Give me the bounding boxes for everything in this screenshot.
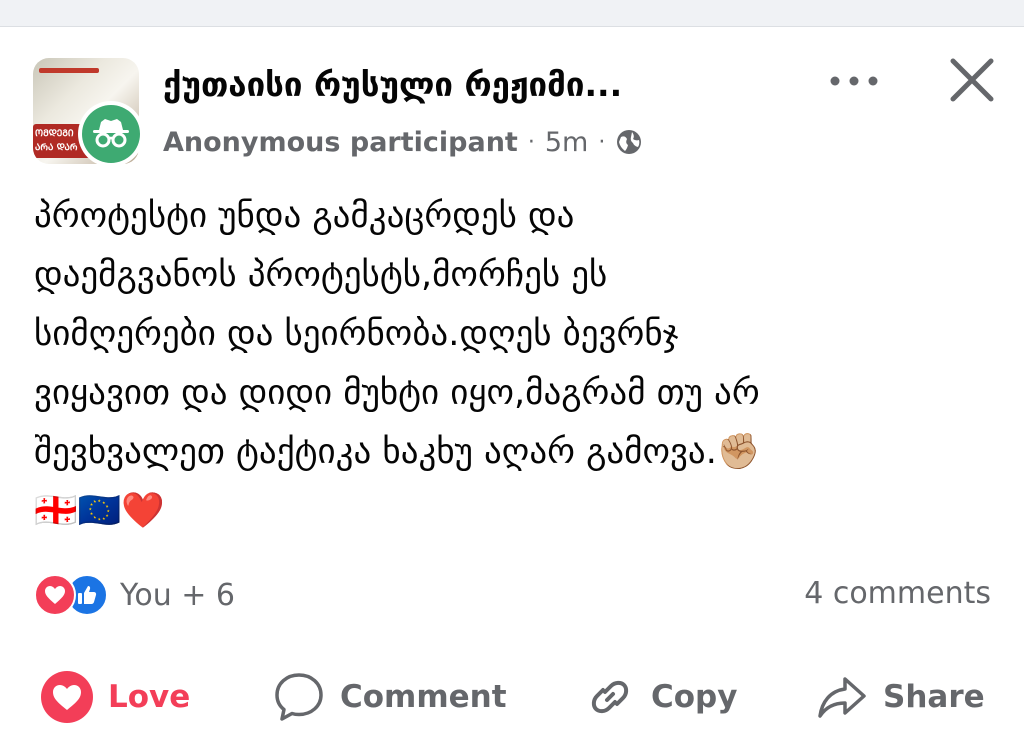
thumb-decoration bbox=[39, 68, 99, 73]
copy-link-button[interactable]: Copy bbox=[583, 667, 737, 727]
post-text: პროტესტი უნდა გამკაცრდეს და დაემგვანოს პ… bbox=[34, 196, 761, 531]
action-bar: Love Comment Copy Share bbox=[0, 667, 1024, 727]
post-card: ᲝᲛᲓᲔᲒᲘ ᲐᲠᲐ ᲓᲐᲠ ქუთაისი რუსული რეჟიმი... … bbox=[0, 27, 1024, 743]
more-options-button[interactable] bbox=[826, 61, 882, 101]
share-button[interactable]: Share bbox=[815, 667, 985, 727]
copy-label: Copy bbox=[651, 679, 738, 715]
more-icon bbox=[830, 76, 878, 86]
post-time[interactable]: 5m bbox=[545, 127, 588, 158]
comment-label: Comment bbox=[340, 679, 507, 715]
top-divider bbox=[0, 0, 1024, 27]
meta-separator: · bbox=[527, 129, 535, 155]
reaction-count[interactable]: You + 6 bbox=[120, 578, 235, 613]
love-icon bbox=[40, 670, 94, 724]
comment-icon bbox=[272, 670, 326, 724]
group-name[interactable]: ქუთაისი რუსული რეჟიმი... bbox=[163, 65, 773, 104]
reaction-summary[interactable]: You + 6 bbox=[34, 574, 235, 616]
post-meta: Anonymous participant · 5m · bbox=[163, 124, 643, 160]
comment-button[interactable]: Comment bbox=[272, 667, 507, 727]
post-avatar[interactable]: ᲝᲛᲓᲔᲒᲘ ᲐᲠᲐ ᲓᲐᲠ bbox=[33, 58, 145, 168]
share-icon bbox=[815, 670, 869, 724]
love-label: Love bbox=[108, 679, 191, 715]
globe-icon bbox=[615, 128, 643, 156]
comments-count[interactable]: 4 comments bbox=[804, 576, 991, 611]
anonymous-icon bbox=[82, 105, 140, 163]
love-icon bbox=[34, 574, 76, 616]
share-label: Share bbox=[883, 679, 985, 715]
close-icon bbox=[950, 58, 994, 102]
copy-link-icon bbox=[583, 670, 637, 724]
author-name[interactable]: Anonymous participant bbox=[163, 127, 518, 158]
love-button[interactable]: Love bbox=[40, 667, 190, 727]
close-button[interactable] bbox=[944, 52, 1000, 108]
anonymous-badge bbox=[78, 101, 144, 167]
meta-separator: · bbox=[598, 129, 606, 155]
